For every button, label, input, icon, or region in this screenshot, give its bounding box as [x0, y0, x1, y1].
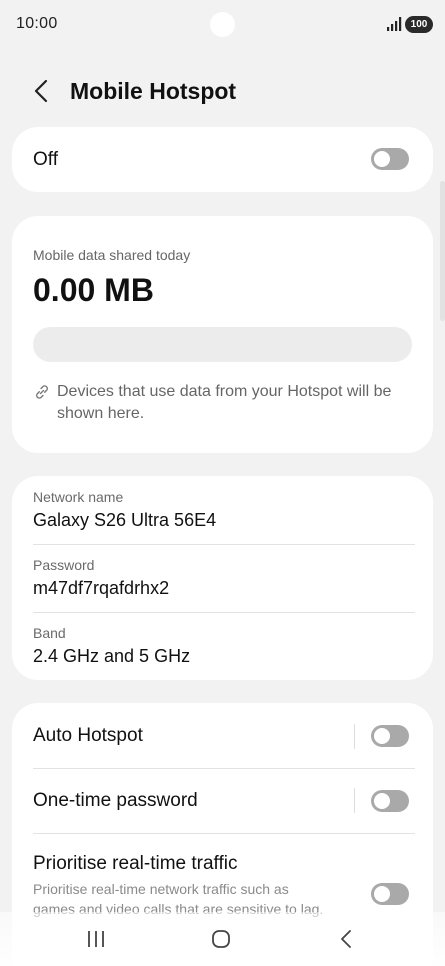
divider	[33, 612, 415, 613]
battery-icon: 100	[405, 16, 433, 33]
band-caption: Band	[33, 625, 66, 641]
usage-value: 0.00 MB	[33, 272, 154, 308]
password-caption: Password	[33, 557, 95, 573]
scroll-indicator	[440, 181, 445, 321]
one-time-password-label[interactable]: One-time password	[33, 790, 198, 812]
hotspot-switch-card[interactable]: Off	[12, 127, 433, 192]
chevron-left-icon	[34, 79, 48, 103]
signal-icon	[387, 17, 402, 31]
band-row[interactable]: Band 2.4 GHz and 5 GHz	[33, 625, 413, 667]
hotspot-toggle[interactable]	[371, 148, 409, 170]
camera-cutout	[210, 12, 235, 37]
divider	[33, 544, 415, 545]
link-icon	[36, 385, 48, 399]
band-value: 2.4 GHz and 5 GHz	[33, 646, 191, 666]
password-value: m47df7rqafdrhx2	[33, 578, 170, 598]
divider	[33, 768, 415, 769]
recent-apps-button[interactable]	[81, 926, 111, 952]
back-button[interactable]	[24, 74, 58, 108]
home-button[interactable]	[206, 926, 236, 952]
back-icon	[341, 930, 351, 948]
divider	[33, 833, 415, 834]
back-nav-button[interactable]	[331, 926, 361, 952]
home-icon	[212, 930, 230, 948]
separator	[354, 724, 355, 749]
navigation-bar	[0, 912, 445, 966]
network-name-row[interactable]: Network name Galaxy S26 Ultra 56E4	[33, 489, 413, 531]
mobile-hotspot-screen: 10:00 100 Mobile Hotspot Off Mobile data…	[0, 0, 445, 966]
network-name-caption: Network name	[33, 489, 124, 505]
separator	[354, 788, 355, 813]
page-title: Mobile Hotspot	[70, 78, 237, 104]
usage-note: Devices that use data from your Hotspot …	[57, 383, 392, 422]
header: Mobile Hotspot	[0, 66, 445, 116]
hotspot-switch-label: Off	[33, 149, 58, 170]
usage-progress-bar	[33, 327, 412, 362]
prioritise-traffic-label[interactable]: Prioritise real-time traffic	[33, 853, 237, 875]
one-time-password-toggle[interactable]	[371, 790, 409, 812]
password-row[interactable]: Password m47df7rqafdrhx2	[33, 557, 413, 599]
network-details-card: Network name Galaxy S26 Ultra 56E4 Passw…	[12, 476, 433, 680]
prioritise-traffic-toggle[interactable]	[371, 883, 409, 905]
auto-hotspot-label[interactable]: Auto Hotspot	[33, 725, 143, 747]
recent-apps-icon	[88, 931, 104, 947]
usage-label: Mobile data shared today	[33, 247, 191, 263]
network-name-value: Galaxy S26 Ultra 56E4	[33, 510, 217, 530]
status-bar: 10:00 100	[0, 0, 445, 52]
status-time: 10:00	[16, 15, 58, 32]
data-usage-card: Mobile data shared today 0.00 MB Devices…	[12, 216, 433, 453]
auto-hotspot-toggle[interactable]	[371, 725, 409, 747]
